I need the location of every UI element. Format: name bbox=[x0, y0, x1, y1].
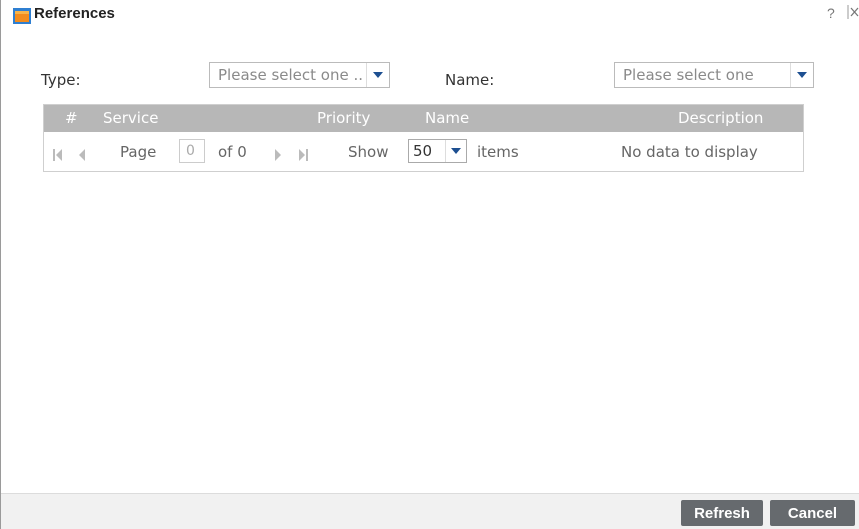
previous-page-icon[interactable] bbox=[78, 146, 86, 165]
references-dialog: References ? Type: Please select one .. … bbox=[0, 0, 859, 529]
chevron-down-icon[interactable] bbox=[445, 140, 466, 162]
chevron-down-icon[interactable] bbox=[790, 63, 813, 87]
dialog-footer: Refresh Cancel bbox=[1, 493, 859, 529]
references-table: # Service Priority Name Description Page… bbox=[43, 104, 804, 172]
chevron-down-icon[interactable] bbox=[366, 63, 389, 87]
paging-toolbar: Page 0 of 0 Show 50 items No data to dis… bbox=[44, 132, 803, 171]
type-label: Type: bbox=[41, 71, 81, 89]
page-number-input[interactable]: 0 bbox=[179, 139, 205, 163]
dialog-title: References bbox=[34, 5, 115, 22]
last-page-icon[interactable] bbox=[298, 146, 308, 165]
cancel-button[interactable]: Cancel bbox=[770, 500, 855, 526]
column-header-service[interactable]: Service bbox=[103, 109, 158, 127]
refresh-button[interactable]: Refresh bbox=[681, 500, 763, 526]
show-label: Show bbox=[348, 143, 389, 161]
page-size-value: 50 bbox=[413, 142, 433, 160]
next-page-icon[interactable] bbox=[274, 146, 282, 165]
page-size-select[interactable]: 50 bbox=[408, 139, 467, 163]
title-bar: References ? bbox=[1, 0, 859, 30]
close-icon[interactable] bbox=[847, 5, 859, 22]
name-label: Name: bbox=[445, 71, 495, 89]
column-header-name[interactable]: Name bbox=[425, 109, 469, 127]
references-window-icon bbox=[13, 8, 31, 24]
column-header-number[interactable]: # bbox=[65, 109, 78, 127]
name-select[interactable]: Please select one bbox=[614, 62, 814, 88]
column-header-description[interactable]: Description bbox=[678, 109, 763, 127]
page-total-label: of 0 bbox=[218, 143, 247, 161]
first-page-icon[interactable] bbox=[53, 146, 63, 165]
table-header: # Service Priority Name Description bbox=[44, 105, 803, 132]
column-header-priority[interactable]: Priority bbox=[317, 109, 370, 127]
empty-message: No data to display bbox=[621, 143, 758, 161]
type-select[interactable]: Please select one .. bbox=[209, 62, 390, 88]
type-select-value: Please select one .. bbox=[218, 66, 363, 84]
page-label: Page bbox=[120, 143, 157, 161]
items-label: items bbox=[477, 143, 519, 161]
name-select-value: Please select one bbox=[623, 66, 754, 84]
help-icon[interactable]: ? bbox=[827, 5, 835, 21]
